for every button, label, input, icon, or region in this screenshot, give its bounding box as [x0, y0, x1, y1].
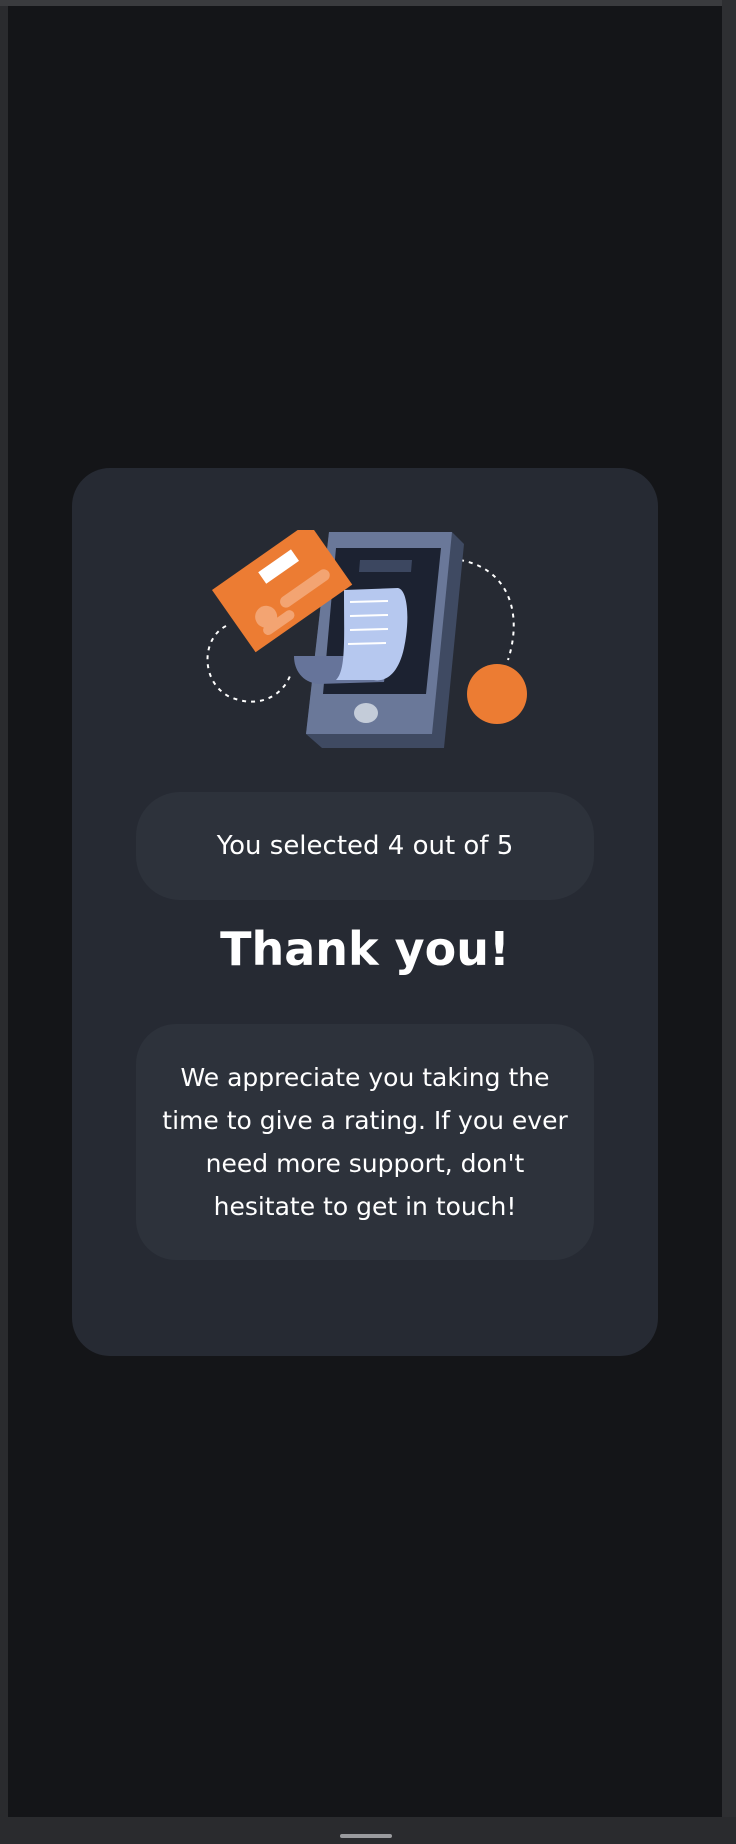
screen-bar	[359, 560, 412, 572]
orange-dot	[467, 664, 527, 724]
bottom-bar	[0, 1817, 736, 1844]
phone-home-button	[354, 703, 378, 723]
thank-you-message: We appreciate you taking the time to giv…	[162, 1063, 568, 1221]
rating-result-text: You selected 4 out of 5	[216, 831, 514, 861]
thank-you-title: Thank you!	[220, 922, 510, 976]
window-right-edge	[722, 0, 736, 1844]
message-box: We appreciate you taking the time to giv…	[136, 1024, 594, 1260]
home-indicator[interactable]	[340, 1834, 392, 1838]
dashed-orbit-right	[459, 559, 515, 661]
phone-payment-illustration	[206, 530, 527, 748]
rating-result-pill: You selected 4 out of 5	[136, 792, 594, 900]
